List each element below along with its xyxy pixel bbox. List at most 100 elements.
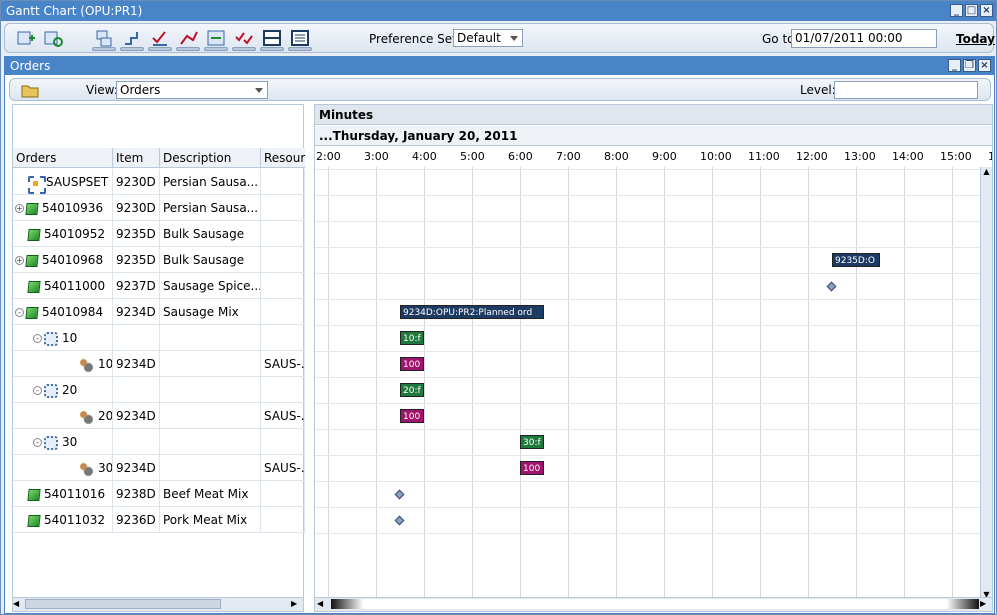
- milestone-diamond[interactable]: [394, 515, 405, 526]
- description-cell: [160, 429, 261, 455]
- add-order-icon[interactable]: [15, 28, 37, 48]
- level-input[interactable]: [834, 81, 978, 99]
- maximize-icon[interactable]: □: [965, 4, 978, 17]
- collapse-icon[interactable]: -: [33, 334, 42, 343]
- gantt-bar[interactable]: 20:f: [400, 383, 424, 397]
- scroll-right-icon[interactable]: ▶: [980, 599, 990, 609]
- link-dropdown[interactable]: [120, 47, 144, 51]
- table-row[interactable]: 10/19234D SAUS-...: [13, 351, 305, 377]
- order-cell: 20/1: [13, 403, 113, 429]
- table-row[interactable]: +54010968 9235D Bulk Sausage: [13, 247, 305, 273]
- split-view-icon[interactable]: [261, 28, 283, 48]
- open-folder-icon[interactable]: [20, 81, 40, 99]
- scroll-up-icon[interactable]: ▲: [981, 167, 992, 176]
- table-row[interactable]: SAUSPSET 9230D Persian Sausa...: [13, 169, 305, 195]
- gantt-horizontal-scrollbar[interactable]: ◀ ▶: [315, 597, 992, 611]
- resource-icon: [78, 460, 94, 477]
- time-tick-label: 16: [988, 149, 992, 165]
- order-number: SAUSPSET: [46, 175, 109, 189]
- panel-minimize-icon[interactable]: _: [948, 59, 961, 72]
- scroll-left-icon[interactable]: ◀: [13, 599, 23, 609]
- table-row[interactable]: - 30: [13, 429, 305, 455]
- grid-hline: [315, 195, 982, 196]
- grid-hline: [315, 351, 982, 352]
- order-number: 30/1: [98, 461, 113, 475]
- today-link[interactable]: Today: [956, 32, 995, 46]
- reschedule-dropdown[interactable]: [92, 47, 116, 51]
- table-row[interactable]: - 10: [13, 325, 305, 351]
- resource-cell: [261, 247, 305, 273]
- split-view-dropdown[interactable]: [260, 47, 284, 51]
- gantt-scroll-thumb[interactable]: [331, 599, 979, 609]
- time-tick-label: 13:00: [844, 150, 876, 163]
- operation-icon: [44, 383, 58, 398]
- gantt-bar[interactable]: 10:f: [400, 331, 424, 345]
- table-row[interactable]: +54010936 9230D Persian Sausa...: [13, 195, 305, 221]
- reschedule-icon[interactable]: [93, 28, 115, 48]
- table-row[interactable]: 54011000 9237D Sausage Spice...: [13, 273, 305, 299]
- gantt-bar[interactable]: 100: [400, 409, 424, 423]
- order-cell: - 30: [13, 429, 113, 455]
- panel-restore-icon[interactable]: ❐: [963, 59, 976, 72]
- view-select[interactable]: Orders: [116, 81, 268, 99]
- constraint-dropdown[interactable]: [176, 47, 200, 51]
- list-view-icon[interactable]: [289, 28, 311, 48]
- panel-close-icon[interactable]: ×: [978, 59, 991, 72]
- column-header-resource[interactable]: Resour: [261, 148, 305, 168]
- table-row[interactable]: 20/19234D SAUS-...: [13, 403, 305, 429]
- validate-dropdown[interactable]: [232, 47, 256, 51]
- table-row[interactable]: 30/19234D SAUS-...: [13, 455, 305, 481]
- collapse-icon[interactable]: -: [33, 386, 42, 395]
- left-horizontal-scrollbar[interactable]: ◀ ▶: [13, 597, 303, 611]
- constraint-icon[interactable]: [177, 28, 199, 48]
- expand-icon[interactable]: [205, 28, 227, 48]
- description-cell: Persian Sausa...: [160, 195, 261, 221]
- expand-icon[interactable]: +: [15, 204, 24, 213]
- list-view-dropdown[interactable]: [288, 47, 312, 51]
- level-label: Level:: [800, 83, 836, 97]
- grid-hline: [315, 325, 982, 326]
- minimize-icon[interactable]: _: [950, 4, 963, 17]
- window-title: Gantt Chart (OPU:PR1): [6, 4, 143, 18]
- gantt-bar[interactable]: 100: [400, 357, 424, 371]
- resource-cell: [261, 169, 305, 195]
- scroll-left-icon[interactable]: ◀: [317, 599, 327, 609]
- column-header-orders[interactable]: Orders: [13, 148, 113, 168]
- column-header-description[interactable]: Description: [160, 148, 261, 168]
- firm-dropdown[interactable]: [148, 47, 172, 51]
- gantt-bar[interactable]: 9234D:OPU:PR2:Planned ord: [400, 305, 544, 319]
- refresh-order-icon[interactable]: [42, 28, 64, 48]
- left-scroll-thumb[interactable]: [25, 599, 221, 609]
- milestone-diamond[interactable]: [826, 281, 837, 292]
- close-icon[interactable]: ×: [980, 4, 993, 17]
- resource-cell: SAUS-...: [261, 455, 305, 481]
- column-header-item[interactable]: Item: [113, 148, 160, 168]
- milestone-diamond[interactable]: [394, 489, 405, 500]
- expand-dropdown[interactable]: [204, 47, 228, 51]
- table-row[interactable]: 54011032 9236D Pork Meat Mix: [13, 507, 305, 533]
- grid-hline: [315, 403, 982, 404]
- preference-set-value: Default: [457, 31, 501, 45]
- gantt-vertical-scrollbar[interactable]: ▲ ▼: [980, 167, 992, 599]
- description-cell: Persian Sausa...: [160, 169, 261, 195]
- gantt-bar[interactable]: 9235D:O: [832, 253, 880, 267]
- collapse-icon[interactable]: -: [33, 438, 42, 447]
- preference-set-select[interactable]: Default: [453, 29, 523, 47]
- firm-icon[interactable]: [149, 28, 171, 48]
- view-label: View:: [86, 83, 118, 97]
- scroll-right-icon[interactable]: ▶: [291, 599, 301, 609]
- expand-icon[interactable]: +: [15, 256, 24, 265]
- gantt-bar[interactable]: 100: [520, 461, 544, 475]
- table-row[interactable]: - 20: [13, 377, 305, 403]
- table-row[interactable]: 54010952 9235D Bulk Sausage: [13, 221, 305, 247]
- table-row[interactable]: 54011016 9238D Beef Meat Mix: [13, 481, 305, 507]
- goto-date-input[interactable]: 01/07/2011 00:00: [791, 29, 937, 48]
- order-number: 54010952: [44, 227, 106, 241]
- validate-icon[interactable]: [233, 28, 255, 48]
- chevron-down-icon: [510, 36, 518, 41]
- collapse-icon[interactable]: -: [15, 308, 24, 317]
- link-icon[interactable]: [121, 28, 143, 48]
- table-row[interactable]: - 54010984 9234D Sausage Mix: [13, 299, 305, 325]
- gantt-bar[interactable]: 30:f: [520, 435, 544, 449]
- item-cell: 9234D: [113, 403, 160, 429]
